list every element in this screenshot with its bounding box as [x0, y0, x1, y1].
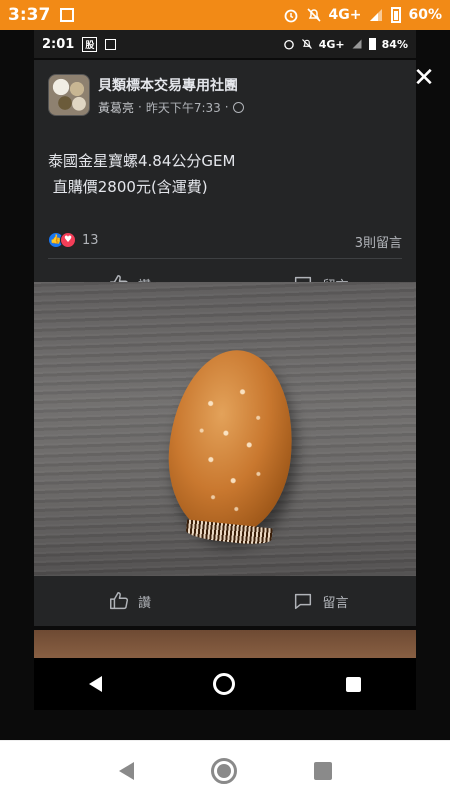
- inner-battery-icon: [368, 38, 376, 50]
- mute-icon: [306, 8, 321, 22]
- inner-signal-icon: [352, 39, 362, 49]
- thumbs-up-icon: [110, 592, 128, 610]
- post-photo[interactable]: [34, 282, 416, 576]
- outer-status-bar: 3:37 4G+ 60%: [0, 0, 450, 30]
- inner-back-icon[interactable]: [89, 676, 103, 692]
- inner-nav-bar: [34, 658, 416, 710]
- inner-notification-icon: [105, 38, 117, 50]
- inner-status-bar: 2:01 股 4G+ 84%: [34, 30, 416, 58]
- inner-home-icon[interactable]: [212, 673, 235, 695]
- author-name[interactable]: 黃葛亮: [98, 99, 134, 116]
- alarm-icon: [284, 9, 297, 23]
- reactions-summary[interactable]: 👍 ♥ 13: [48, 232, 99, 248]
- inner-clock: 2:01: [42, 36, 75, 52]
- photo-comment-button[interactable]: 留言: [225, 576, 416, 626]
- battery-icon: [391, 7, 402, 23]
- post-header: 貝類標本交易專用社團 黃葛亮 · 昨天下午7:33 ·: [48, 74, 244, 116]
- signal-icon: [370, 9, 383, 21]
- photo-comment-label: 留言: [322, 595, 349, 611]
- photo-like-label: 讚: [137, 595, 151, 611]
- post-text-line-2: 直購價2800元(含運費): [48, 178, 208, 196]
- outer-nav-bar: [0, 740, 450, 800]
- post-header-text: 貝類標本交易專用社團 黃葛亮 · 昨天下午7:33 ·: [98, 75, 244, 116]
- inner-network-label: 4G+: [318, 37, 345, 51]
- meta-separator: ·: [224, 100, 229, 114]
- post-card: 貝類標本交易專用社團 黃葛亮 · 昨天下午7:33 · 泰國金星寶螺4.84公分…: [34, 60, 416, 306]
- inner-battery-label: 84%: [381, 37, 408, 51]
- back-icon[interactable]: [118, 761, 134, 780]
- inner-mute-icon: [301, 39, 312, 49]
- outer-battery-label: 60%: [408, 7, 442, 23]
- post-text-line-1: 泰國金星寶螺4.84公分GEM: [48, 152, 236, 170]
- privacy-globe-icon: [232, 101, 244, 113]
- post-timestamp[interactable]: 昨天下午7:33: [146, 99, 221, 116]
- photo-like-button[interactable]: 讚: [34, 576, 225, 626]
- group-avatar[interactable]: [48, 74, 90, 116]
- outer-clock: 3:37: [8, 5, 51, 25]
- photo-viewer: 2:01 股 4G+ 84% 貝類標本交易專用社團 黃葛亮 · 昨天下午7:33…: [0, 30, 450, 740]
- inner-recents-icon[interactable]: [345, 676, 361, 692]
- close-icon[interactable]: ✕: [412, 65, 436, 91]
- meta-separator: ·: [138, 100, 142, 114]
- next-photo-preview[interactable]: [34, 630, 416, 660]
- love-reaction-icon: ♥: [60, 232, 76, 248]
- post-meta: 黃葛亮 · 昨天下午7:33 ·: [98, 99, 244, 116]
- screen: 3:37 4G+ 60% 2:01 股 4G+ 84% 貝類標本交易專用社團 黃…: [0, 0, 450, 800]
- outer-status-right: 4G+ 60%: [283, 7, 442, 23]
- stock-badge-icon: 股: [82, 36, 98, 52]
- inner-status-right: 4G+ 84%: [283, 38, 408, 51]
- outer-network-label: 4G+: [328, 7, 362, 23]
- inner-alarm-icon: [283, 39, 294, 50]
- comment-count[interactable]: 3則留言: [355, 232, 402, 251]
- post-divider: [48, 258, 402, 259]
- home-icon[interactable]: [210, 757, 237, 784]
- reaction-count: 13: [82, 232, 99, 248]
- comment-bubble-icon: [295, 593, 312, 610]
- photo-actions: 讚 留言: [34, 576, 416, 626]
- notification-icon: [60, 8, 75, 22]
- recents-icon[interactable]: [313, 761, 332, 780]
- post-text: 泰國金星寶螺4.84公分GEM 直購價2800元(含運費): [48, 148, 235, 200]
- group-name[interactable]: 貝類標本交易專用社團: [98, 75, 244, 95]
- cowrie-shell-image: [160, 344, 302, 542]
